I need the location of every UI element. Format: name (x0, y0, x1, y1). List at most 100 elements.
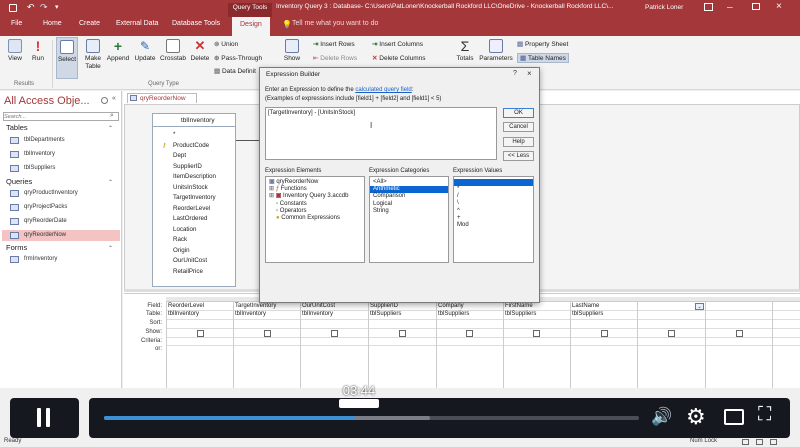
field-units-in-stock[interactable]: UnitsInStock (173, 184, 208, 191)
category-item[interactable]: Comparison (370, 193, 448, 200)
tab-file[interactable]: File (11, 20, 22, 27)
tab-home[interactable]: Home (43, 20, 62, 27)
grid-field-cell[interactable]: TargetInventory (233, 303, 276, 309)
collapse-tables-icon[interactable]: ⌃ (108, 125, 113, 132)
less-button[interactable]: << Less (503, 151, 534, 161)
field-location[interactable]: Location (173, 226, 196, 233)
union-button[interactable]: ⊚ Union (214, 40, 238, 48)
nav-item-qry-reorder-now[interactable]: qryReorderNow (2, 230, 120, 241)
pass-through-button[interactable]: ⊕ Pass-Through (214, 54, 262, 62)
settings-gear-icon[interactable]: ⚙ (686, 404, 706, 430)
element-item[interactable]: ▣ qryReorderNow (266, 179, 364, 186)
value-item[interactable]: \ (454, 200, 533, 207)
maximize-icon[interactable] (752, 3, 760, 10)
field-rack[interactable]: Rack (173, 236, 187, 243)
field-all[interactable]: * (173, 131, 175, 138)
expression-box[interactable]: [TargetInventory] - [UnitsInStock] I (265, 107, 497, 160)
insert-rows-button[interactable]: ⇥ Insert Rows (313, 40, 355, 48)
show-table-button[interactable]: Show (282, 39, 302, 63)
field-origin[interactable]: Origin (173, 247, 190, 254)
expression-values-list[interactable]: * / \ ^ + Mod (453, 176, 534, 263)
nav-section-forms[interactable]: Forms (6, 243, 27, 252)
show-checkbox[interactable] (264, 330, 271, 337)
show-checkbox[interactable] (197, 330, 204, 337)
field-last-ordered[interactable]: LastOrdered (173, 215, 207, 222)
element-item[interactable]: ▫ Operators (266, 208, 364, 215)
category-item[interactable]: String (370, 208, 448, 215)
value-item[interactable]: Mod (454, 222, 533, 229)
nav-item-qry-reorder-date[interactable]: qryReorderDate (10, 216, 67, 227)
field-item-description[interactable]: ItemDescription (173, 173, 216, 180)
view-toggle-icon[interactable] (742, 439, 749, 445)
undo-icon[interactable]: ↶ (27, 2, 35, 13)
field-supplier-id[interactable]: SupplierID (173, 163, 202, 170)
user-name[interactable]: Patrick Loner (645, 4, 683, 11)
query-document-tab[interactable]: qryReorderNow (127, 93, 197, 103)
property-sheet-button[interactable]: ▤ Property Sheet (517, 40, 568, 48)
relationship-line[interactable] (236, 140, 260, 162)
grid-table-cell[interactable]: tblInventory (233, 311, 266, 317)
grid-field-cell[interactable]: SupplierID (368, 303, 398, 309)
help-button[interactable]: Help (503, 137, 534, 147)
nav-section-queries[interactable]: Queries (6, 177, 32, 186)
customize-qat-icon[interactable]: ▾ (55, 3, 59, 11)
make-table-button[interactable]: Make Table (82, 39, 104, 71)
show-checkbox[interactable] (466, 330, 473, 337)
show-checkbox[interactable] (668, 330, 675, 337)
tab-database-tools[interactable]: Database Tools (172, 20, 220, 27)
show-checkbox[interactable] (736, 330, 743, 337)
tab-create[interactable]: Create (79, 20, 100, 27)
grid-field-cell[interactable]: Company (436, 303, 464, 309)
tab-design[interactable]: Design (232, 17, 270, 36)
table-field-list[interactable]: tblInventory * ⚷ ProductCode Dept Suppli… (152, 113, 236, 287)
run-button[interactable]: ! Run (30, 39, 46, 63)
grid-field-cell[interactable]: ReorderLevel (166, 303, 204, 309)
ok-button[interactable]: OK (503, 108, 534, 118)
tell-me-box[interactable]: Tell me what you want to do (292, 20, 378, 27)
crosstab-button[interactable]: Crosstab (159, 39, 187, 63)
save-icon[interactable] (9, 4, 17, 12)
grid-table-cell[interactable]: tblInventory (300, 311, 333, 317)
show-checkbox[interactable] (533, 330, 540, 337)
nav-item-qry-product-inventory[interactable]: qryProductInventory (10, 188, 78, 199)
grid-table-cell[interactable]: tblSuppliers (570, 311, 603, 317)
nav-title[interactable]: All Access Obje... (4, 95, 90, 107)
tab-external-data[interactable]: External Data (116, 20, 158, 27)
grid-field-cell[interactable]: LastName (570, 303, 599, 309)
delete-columns-button[interactable]: ✕ Delete Columns (372, 54, 426, 62)
data-definition-button[interactable]: ▤ Data Definit (214, 67, 256, 75)
value-item[interactable]: ^ (454, 208, 533, 215)
element-item[interactable]: ▫ Constants (266, 201, 364, 208)
grid-field-cell[interactable]: FirstName (503, 303, 533, 309)
field-dropdown-button[interactable]: ⌄ (695, 303, 704, 310)
field-our-unit-cost[interactable]: OurUnitCost (173, 257, 207, 264)
delete-rows-button[interactable]: ⇤ Delete Rows (313, 54, 357, 62)
category-item[interactable]: Logical (370, 201, 448, 208)
value-item-selected[interactable] (454, 179, 533, 186)
element-item[interactable]: ⊞ ▣ Inventory Query 3.accdb (266, 193, 364, 200)
calculated-field-link[interactable]: calculated query field (355, 87, 411, 93)
nav-item-tbl-inventory[interactable]: tblInventory (10, 149, 55, 160)
dialog-close-icon[interactable]: × (527, 69, 532, 78)
element-item[interactable]: ● Common Expressions (266, 215, 364, 222)
nav-item-tbl-departments[interactable]: tblDepartments (10, 135, 65, 146)
table-field-list-header[interactable]: tblInventory (153, 114, 235, 127)
minimize-icon[interactable]: ─ (727, 3, 733, 12)
volume-icon[interactable]: 🔊 (651, 407, 672, 427)
nav-menu-icon[interactable] (101, 97, 108, 104)
parameters-button[interactable]: Parameters (478, 39, 514, 63)
grid-table-cell[interactable]: tblInventory (166, 311, 199, 317)
nav-item-tbl-suppliers[interactable]: tblSuppliers (10, 163, 55, 174)
help-icon[interactable]: ? (513, 70, 517, 77)
nav-item-qry-project-packs[interactable]: qryProjectPacks (10, 202, 67, 213)
view-toggle-icon[interactable] (756, 439, 763, 445)
redo-icon[interactable]: ↷ (40, 2, 48, 13)
nav-item-frm-inventory[interactable]: frmInventory (10, 254, 57, 265)
select-query-button[interactable]: Select (56, 37, 78, 79)
cancel-button[interactable]: Cancel (503, 122, 534, 132)
element-item[interactable]: ⊞ ƒ Functions (266, 186, 364, 193)
nav-search-input[interactable] (4, 113, 104, 120)
value-item[interactable]: / (454, 193, 533, 200)
update-button[interactable]: ✎ Update (133, 39, 157, 63)
ribbon-options-icon[interactable] (704, 3, 713, 11)
